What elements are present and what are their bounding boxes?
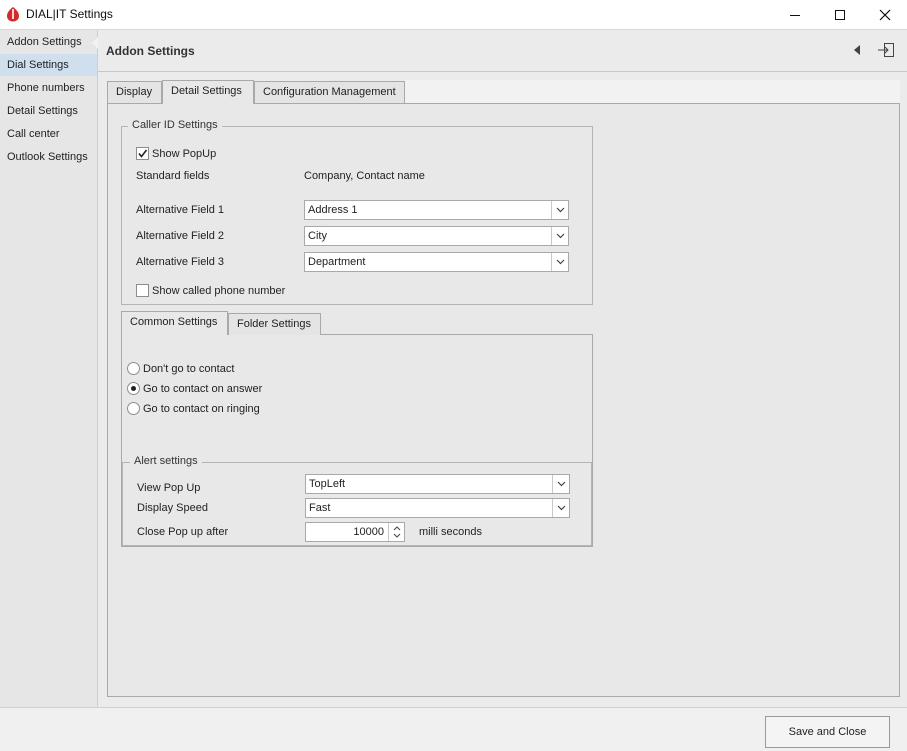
- standard-fields-value: Company, Contact name: [304, 170, 425, 182]
- minimize-icon: [790, 14, 800, 16]
- alternative-field-3-label: Alternative Field 3: [136, 256, 225, 268]
- sidebar: Addon Settings Dial Settings Phone numbe…: [0, 30, 98, 707]
- save-and-close-button[interactable]: Save and Close: [765, 716, 890, 748]
- stepper-buttons[interactable]: [388, 523, 404, 541]
- close-popup-after-label: Close Pop up after: [137, 526, 229, 538]
- alternative-field-3-select[interactable]: Department: [304, 252, 569, 272]
- radio-go-to-contact-on-answer[interactable]: [127, 382, 140, 395]
- chevron-down-icon[interactable]: [552, 475, 569, 493]
- close-popup-after-stepper[interactable]: 10000: [305, 522, 405, 542]
- display-speed-label: Display Speed: [137, 502, 208, 514]
- app-logo-icon: [7, 7, 19, 22]
- display-speed-value: Fast: [309, 502, 331, 514]
- alternative-field-2-value: City: [308, 230, 327, 242]
- sidebar-item-dial-settings[interactable]: Dial Settings: [0, 54, 97, 76]
- window-title: DIAL|IT Settings: [26, 7, 113, 21]
- chevron-down-icon[interactable]: [551, 253, 568, 271]
- tab-detail-settings[interactable]: Detail Settings: [162, 80, 254, 104]
- radio-go-to-contact-on-answer-label: Go to contact on answer: [143, 383, 263, 395]
- tab-display[interactable]: Display: [107, 81, 162, 103]
- sidebar-item-addon-settings[interactable]: Addon Settings: [0, 31, 97, 53]
- chevron-down-icon[interactable]: [552, 499, 569, 517]
- radio-selected-dot: [131, 386, 136, 391]
- sidebar-pointer-icon: [92, 37, 98, 49]
- sidebar-item-call-center[interactable]: Call center: [0, 123, 97, 145]
- view-popup-value: TopLeft: [309, 478, 346, 490]
- display-speed-select[interactable]: Fast: [305, 498, 570, 518]
- close-popup-unit: milli seconds: [419, 526, 482, 538]
- maximize-icon: [835, 9, 845, 20]
- alternative-field-1-label: Alternative Field 1: [136, 204, 225, 216]
- stepper-arrows-icon[interactable]: [389, 523, 405, 541]
- close-icon: [879, 9, 891, 20]
- chevron-down-icon[interactable]: [551, 227, 568, 245]
- close-button[interactable]: [862, 0, 907, 29]
- show-called-number-label: Show called phone number: [152, 285, 286, 297]
- alternative-field-3-value: Department: [308, 256, 366, 268]
- caller-id-group-label: Caller ID Settings: [128, 119, 222, 131]
- chevron-down-icon[interactable]: [551, 201, 568, 219]
- sidebar-item-phone-numbers[interactable]: Phone numbers: [0, 77, 97, 99]
- tab-strip: [405, 80, 900, 104]
- tab-common-settings[interactable]: Common Settings: [121, 311, 228, 335]
- radio-dont-go-to-contact[interactable]: [127, 362, 140, 375]
- minimize-button[interactable]: [772, 0, 818, 29]
- show-called-number-checkbox[interactable]: [136, 284, 149, 297]
- page-title: Addon Settings: [106, 44, 195, 58]
- show-popup-checkbox[interactable]: [136, 147, 149, 160]
- radio-dont-go-to-contact-label: Don't go to contact: [143, 363, 235, 375]
- view-popup-label: View Pop Up: [137, 482, 201, 494]
- alternative-field-1-value: Address 1: [308, 204, 358, 216]
- exit-icon[interactable]: [877, 42, 895, 58]
- maximize-button[interactable]: [817, 0, 863, 29]
- radio-go-to-contact-on-ringing-label: Go to contact on ringing: [143, 403, 260, 415]
- alert-settings-group-label: Alert settings: [130, 455, 202, 467]
- collapse-left-icon[interactable]: [854, 45, 860, 55]
- title-bar: [0, 0, 907, 30]
- close-popup-after-value: 10000: [353, 526, 384, 538]
- standard-fields-label: Standard fields: [136, 170, 210, 182]
- view-popup-select[interactable]: TopLeft: [305, 474, 570, 494]
- tab-folder-settings[interactable]: Folder Settings: [228, 313, 321, 335]
- sidebar-item-detail-settings[interactable]: Detail Settings: [0, 100, 97, 122]
- header-bar: [98, 30, 907, 72]
- sidebar-item-outlook-settings[interactable]: Outlook Settings: [0, 146, 97, 168]
- alternative-field-2-select[interactable]: City: [304, 226, 569, 246]
- alternative-field-2-label: Alternative Field 2: [136, 230, 225, 242]
- radio-go-to-contact-on-ringing[interactable]: [127, 402, 140, 415]
- show-popup-label: Show PopUp: [152, 148, 217, 160]
- alternative-field-1-select[interactable]: Address 1: [304, 200, 569, 220]
- tab-configuration-management[interactable]: Configuration Management: [254, 81, 405, 103]
- checkmark-icon: [138, 149, 148, 158]
